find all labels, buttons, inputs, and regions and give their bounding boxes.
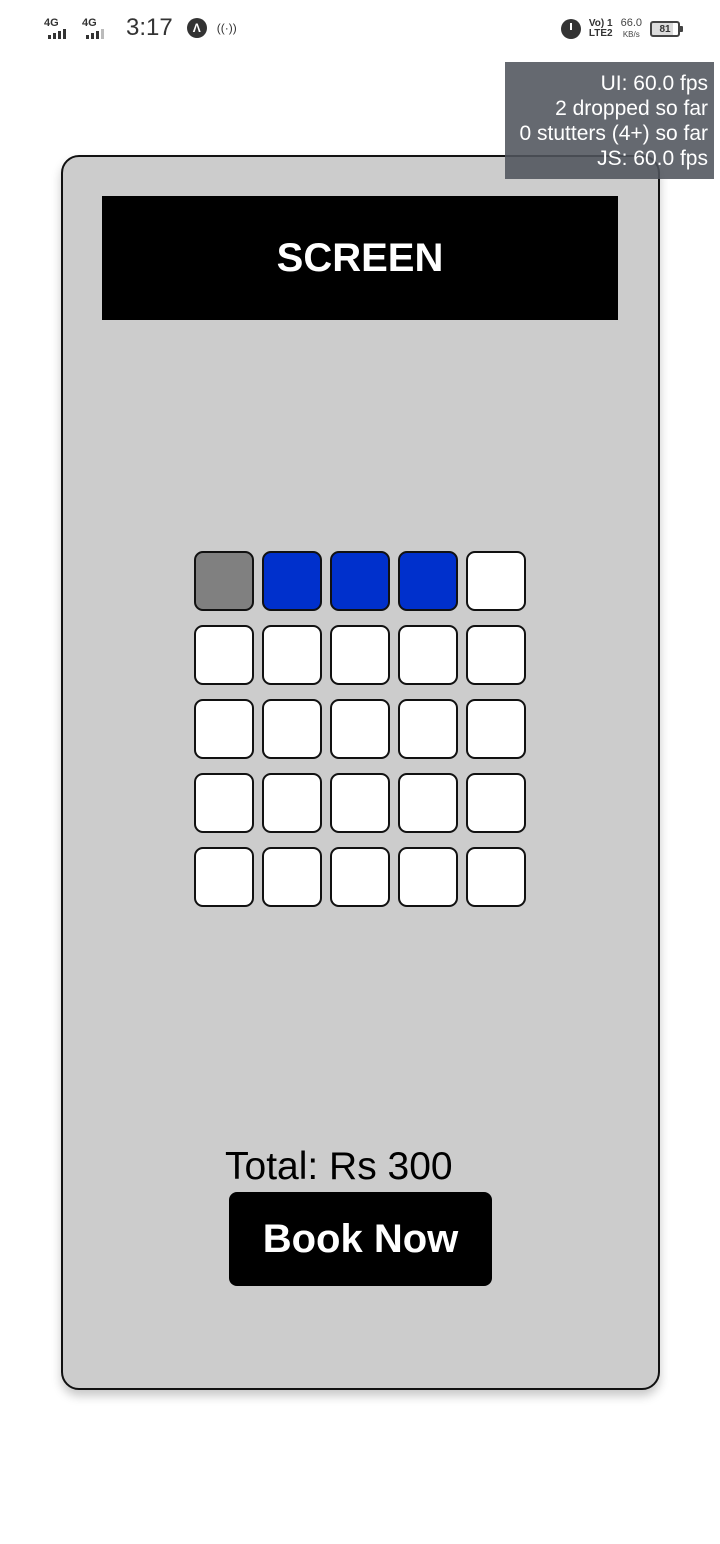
- hotspot-icon: ((·)): [216, 21, 237, 35]
- seat-available-r2c5[interactable]: [466, 625, 526, 685]
- status-bar: 4G 4G 3:17 Λ ((·)) Vo) 1 LTE2 66.0 KB/s …: [0, 0, 720, 56]
- booking-card: SCREEN Total: Rs 300 Book Now: [61, 155, 660, 1390]
- ui-fps: UI: 60.0 fps: [600, 72, 708, 95]
- alarm-icon: [560, 19, 581, 39]
- signal-icon: 4G: [42, 15, 76, 41]
- battery-icon: 81: [650, 21, 683, 37]
- stutters: 0 stutters (4+) so far: [519, 122, 709, 145]
- seat-available-r2c3[interactable]: [330, 625, 390, 685]
- seat-available-r2c4[interactable]: [398, 625, 458, 685]
- seat-available-r4c5[interactable]: [466, 773, 526, 833]
- seat-selected-r1c4[interactable]: [398, 551, 458, 611]
- seat-available-r3c5[interactable]: [466, 699, 526, 759]
- js-fps: JS: 60.0 fps: [597, 147, 708, 170]
- seat-available-r1c5[interactable]: [466, 551, 526, 611]
- signal-icon: 4G: [80, 15, 114, 41]
- perf-monitor: UI: 60.0 fps 2 dropped so far 0 stutters…: [505, 62, 714, 179]
- seat-available-r5c1[interactable]: [194, 847, 254, 907]
- seat-available-r4c3[interactable]: [330, 773, 390, 833]
- dropped-frames: 2 dropped so far: [555, 97, 708, 120]
- volte-indicator: Vo) 1 LTE2: [588, 18, 613, 39]
- seat-available-r5c4[interactable]: [398, 847, 458, 907]
- seat-available-r3c1[interactable]: [194, 699, 254, 759]
- seat-available-r3c4[interactable]: [398, 699, 458, 759]
- seat-available-r5c3[interactable]: [330, 847, 390, 907]
- total-price: Total: Rs 300: [225, 1145, 453, 1188]
- app-notification-icon: Λ: [186, 18, 207, 38]
- seat-available-r5c2[interactable]: [262, 847, 322, 907]
- seat-available-r2c2[interactable]: [262, 625, 322, 685]
- status-left: 4G 4G 3:17 Λ ((·)): [42, 12, 237, 44]
- seat-occupied-r1c1[interactable]: [194, 551, 254, 611]
- seat-available-r4c2[interactable]: [262, 773, 322, 833]
- seat-available-r3c3[interactable]: [330, 699, 390, 759]
- seat-available-r2c1[interactable]: [194, 625, 254, 685]
- seat-selected-r1c2[interactable]: [262, 551, 322, 611]
- seat-selected-r1c3[interactable]: [330, 551, 390, 611]
- seat-available-r3c2[interactable]: [262, 699, 322, 759]
- network-speed: 66.0 KB/s: [620, 17, 642, 40]
- status-time: 3:17: [126, 14, 173, 41]
- seat-available-r4c1[interactable]: [194, 773, 254, 833]
- screen-banner: SCREEN: [102, 196, 618, 320]
- seat-grid: [194, 551, 526, 907]
- status-right: Vo) 1 LTE2 66.0 KB/s 81: [560, 14, 683, 44]
- seat-available-r5c5[interactable]: [466, 847, 526, 907]
- book-now-button[interactable]: Book Now: [229, 1192, 492, 1286]
- seat-available-r4c4[interactable]: [398, 773, 458, 833]
